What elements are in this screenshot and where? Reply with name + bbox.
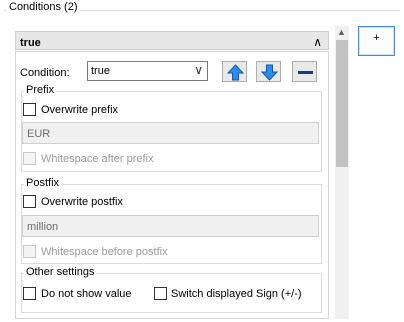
arrow-up-icon [226, 64, 245, 81]
postfix-input-value: million [27, 221, 59, 233]
minus-icon [298, 71, 313, 74]
other-settings-title: Other settings [24, 266, 97, 278]
switch-sign-label[interactable]: Switch displayed Sign (+/-) [171, 288, 302, 300]
move-down-button[interactable] [256, 61, 281, 82]
conditions-group-title: Conditions (2) [6, 1, 81, 13]
condition-item-header[interactable]: true ∧ [15, 31, 329, 50]
whitespace-after-prefix-checkbox[interactable] [23, 152, 36, 165]
do-not-show-value-checkbox[interactable] [23, 287, 36, 300]
overwrite-prefix-checkbox[interactable] [23, 103, 36, 116]
arrow-down-icon [260, 64, 279, 81]
overwrite-postfix-label[interactable]: Overwrite postfix [41, 196, 123, 208]
add-condition-button[interactable]: + [358, 26, 395, 56]
scrollbar-thumb[interactable] [336, 40, 348, 167]
condition-item-header-label: true [20, 37, 41, 49]
condition-combobox[interactable]: true ∨ [87, 61, 208, 81]
condition-combobox-value: true [91, 65, 110, 77]
prefix-input[interactable]: EUR [22, 122, 319, 144]
whitespace-after-prefix-label: Whitespace after prefix [41, 153, 154, 165]
vertical-scrollbar[interactable]: ▲ [335, 26, 349, 319]
overwrite-prefix-label[interactable]: Overwrite prefix [41, 104, 118, 116]
whitespace-before-postfix-checkbox[interactable] [23, 245, 36, 258]
overwrite-postfix-checkbox[interactable] [23, 195, 36, 208]
add-button-label: + [373, 32, 380, 44]
scroll-up-arrow-icon[interactable]: ▲ [337, 27, 346, 37]
switch-sign-checkbox[interactable] [154, 287, 167, 300]
remove-condition-button[interactable] [292, 61, 317, 82]
whitespace-before-postfix-label: Whitespace before postfix [41, 246, 168, 258]
prefix-section-title: Prefix [24, 84, 57, 96]
postfix-input[interactable]: million [22, 215, 319, 237]
collapse-chevron-icon[interactable]: ∧ [313, 35, 322, 49]
do-not-show-value-label[interactable]: Do not show value [41, 288, 132, 300]
chevron-down-icon: ∨ [194, 63, 203, 77]
move-up-button[interactable] [222, 61, 247, 82]
prefix-input-value: EUR [27, 128, 51, 140]
condition-label: Condition: [20, 67, 70, 79]
postfix-section-title: Postfix [24, 177, 62, 189]
